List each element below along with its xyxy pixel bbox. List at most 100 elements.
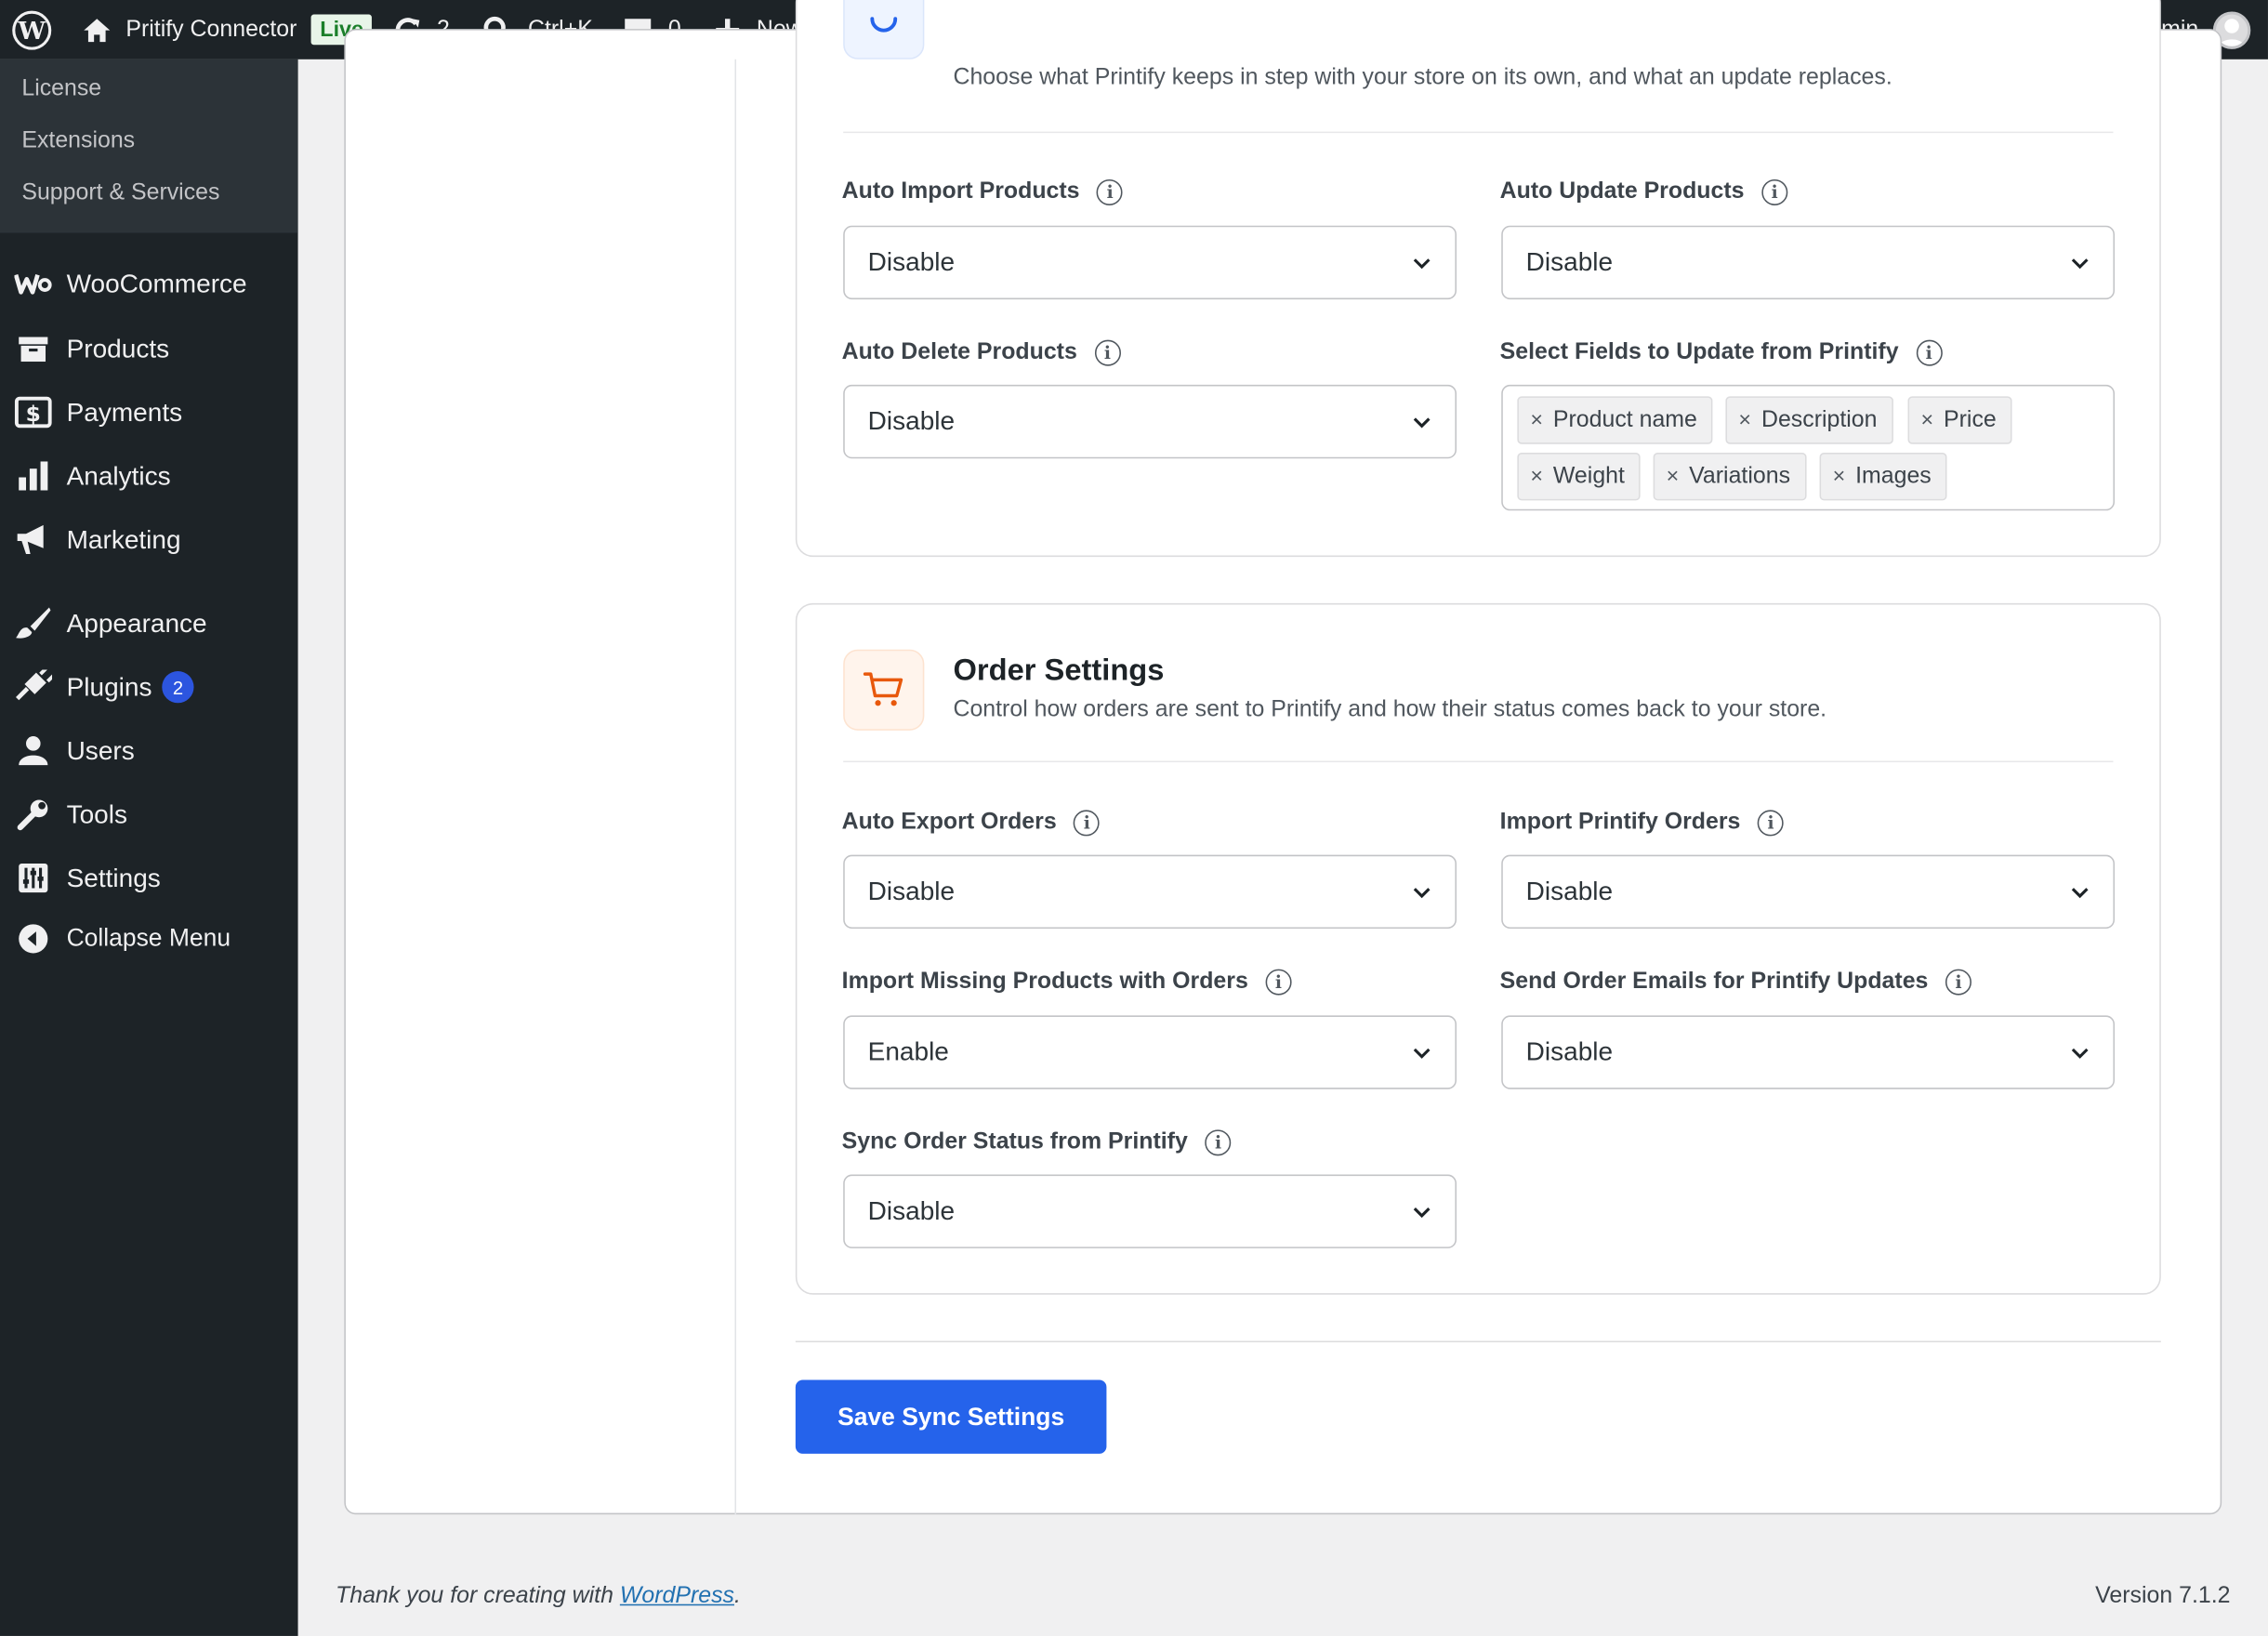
fields-multiselect[interactable]: × Product name × Description × Price × Weigh… [1501,384,2116,511]
sync-status-label: Sync Order Status from Printify i [841,1129,1232,1156]
tag-label: Product name [1552,407,1697,432]
card-title: Order Settings [953,653,1165,688]
sync-icon [843,0,925,59]
submenu-item-support[interactable]: Support & Services [21,181,219,207]
remove-tag-icon[interactable]: × [1738,408,1751,432]
cart-icon [843,649,925,731]
archive-icon [0,334,67,363]
menu-label: Collapse Menu [66,924,231,952]
remove-tag-icon[interactable]: × [1530,465,1543,489]
panel-divider [734,59,737,1515]
info-icon[interactable]: i [1205,1129,1232,1156]
wordpress-logo-icon[interactable]: W [11,0,52,59]
tag-label: Price [1944,407,1997,432]
wordpress-link[interactable]: WordPress [620,1584,734,1608]
chevron-down-icon [2071,1048,2089,1059]
card-description: Control how orders are sent to Printify … [953,697,1827,722]
menu-label: Payments [66,397,183,427]
info-icon[interactable]: i [1761,178,1788,205]
site-name-link[interactable]: Pritify Connector Live [81,0,373,59]
info-icon[interactable]: i [1758,810,1785,837]
remove-tag-icon[interactable]: × [1833,465,1846,489]
remove-tag-icon[interactable]: × [1921,408,1934,432]
submenu: License Extensions Support & Services [0,59,298,233]
menu-item-payments[interactable]: $ Payments [0,383,298,441]
user-icon [0,734,67,766]
sliders-icon [0,862,67,893]
menu-label: Marketing [66,524,181,554]
menu-item-settings[interactable]: Settings [0,849,298,906]
wrench-icon [0,797,67,831]
collapse-icon [0,923,67,955]
woo-icon [0,270,67,297]
chevron-down-icon [1413,416,1431,428]
chevron-down-icon [2071,257,2089,269]
tag-label: Weight [1552,463,1625,489]
info-icon[interactable]: i [1945,969,1972,996]
svg-text:W: W [17,16,46,45]
auto-import-label: Auto Import Products i [842,178,1124,205]
chevron-down-icon [1413,887,1431,898]
auto-export-select[interactable]: Disable [843,854,1457,930]
select-value: Disable [867,406,956,436]
info-icon[interactable]: i [1097,178,1124,205]
tag-weight: × Weight [1517,453,1642,501]
import-missing-select[interactable]: Enable [843,1015,1457,1089]
select-value: Disable [867,1195,956,1226]
label-text: Auto Export Orders [841,810,1057,835]
auto-update-select[interactable]: Disable [1501,225,2116,300]
info-icon[interactable]: i [1094,339,1121,366]
tag-images: × Images [1819,453,1947,501]
fields-update-label: Select Fields to Update from Printify i [1499,339,1943,366]
save-sync-settings-button[interactable]: Save Sync Settings [795,1379,1107,1454]
info-icon[interactable]: i [1074,810,1101,837]
menu-label: Tools [66,798,127,828]
bar-chart-icon [0,461,67,491]
footer-thanks-suffix: . [733,1583,741,1609]
remove-tag-icon[interactable]: × [1667,465,1680,489]
card-description: Choose what Printify keeps in step with … [953,65,1892,90]
menu-item-users[interactable]: Users [0,721,298,779]
submenu-item-extensions[interactable]: Extensions [21,128,135,154]
menu-label: Plugins [66,671,152,701]
info-icon[interactable]: i [1916,339,1943,366]
sync-status-select[interactable]: Disable [843,1174,1457,1248]
auto-delete-select[interactable]: Disable [843,384,1457,459]
auto-import-select[interactable]: Disable [843,225,1457,300]
select-value: Disable [1525,247,1614,277]
label-text: Select Fields to Update from Printify [1499,339,1899,365]
plugin-icon [0,669,67,704]
menu-label: Products [66,333,170,363]
chevron-down-icon [1413,1048,1431,1059]
menu-item-appearance[interactable]: Appearance [0,595,298,653]
send-emails-select[interactable]: Disable [1501,1015,2116,1089]
label-text: Send Order Emails for Printify Updates [1499,969,1929,995]
menu-item-plugins[interactable]: Plugins 2 [0,658,298,716]
paintbrush-icon [0,606,67,640]
menu-item-woocommerce[interactable]: WooCommerce [0,255,298,312]
info-icon[interactable]: i [1265,969,1292,996]
tag-product-name: × Product name [1517,396,1714,444]
import-orders-select[interactable]: Disable [1501,854,2116,930]
label-text: Sync Order Status from Printify [841,1129,1188,1154]
menu-item-analytics[interactable]: Analytics [0,447,298,505]
menu-item-tools[interactable]: Tools [0,785,298,843]
dollar-icon: $ [0,396,67,429]
collapse-menu-button[interactable]: Collapse Menu [0,910,298,968]
actions-divider [795,1340,2161,1343]
plugins-update-badge: 2 [162,671,194,704]
tag-description: × Description [1725,396,1893,444]
submenu-item-license[interactable]: License [21,76,101,102]
tag-label: Description [1760,407,1878,432]
menu-label: Appearance [66,608,207,638]
remove-tag-icon[interactable]: × [1530,408,1543,432]
menu-label: Settings [66,863,161,892]
tag-label: Variations [1689,463,1791,489]
chevron-down-icon [1413,257,1431,269]
chevron-down-icon [1413,1207,1431,1218]
menu-item-marketing[interactable]: Marketing [0,510,298,568]
auto-update-label: Auto Update Products i [1500,178,1788,205]
menu-item-products[interactable]: Products [0,320,298,377]
tag-label: Images [1855,463,1932,489]
chevron-down-icon [2071,887,2089,898]
